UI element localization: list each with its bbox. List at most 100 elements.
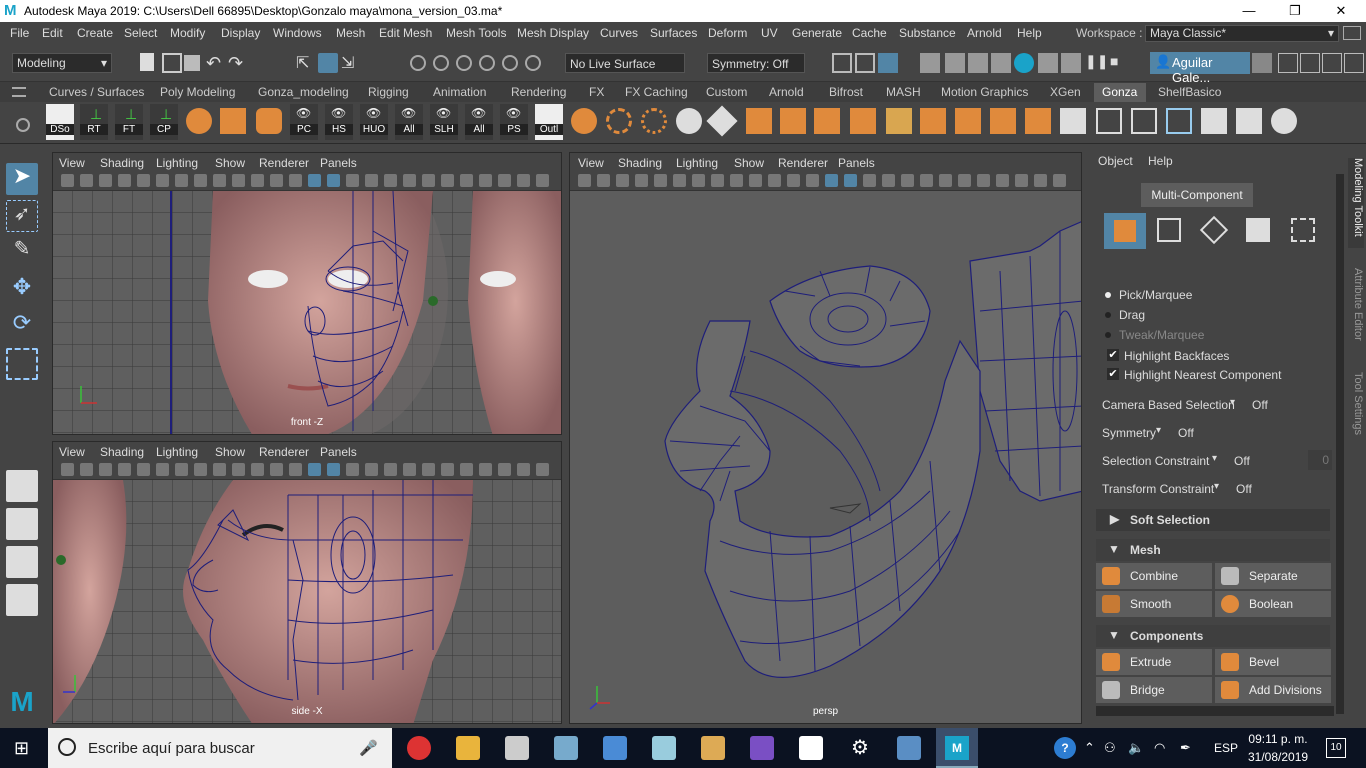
settings-gear-icon[interactable]: ⚙ [848, 736, 872, 760]
viewport-toolbar-icon[interactable] [61, 174, 74, 187]
menu-help[interactable]: Help [1017, 26, 1042, 40]
viewport-toolbar-icon[interactable] [289, 463, 302, 476]
rotate-tool-icon[interactable]: ⟳ [6, 310, 38, 342]
tweak-marquee-radio[interactable] [1105, 332, 1111, 338]
volume-icon[interactable]: 🔈 [1128, 740, 1144, 756]
shelf-tab-custom[interactable]: Custom [706, 85, 747, 99]
quad-grid-icon[interactable] [1060, 108, 1086, 134]
people-icon[interactable]: ⚇ [1104, 740, 1116, 756]
viewport-menu-panels[interactable]: Panels [838, 156, 875, 170]
viewport-toolbar-icon[interactable] [1034, 174, 1047, 187]
viewport-toolbar-icon[interactable] [730, 174, 743, 187]
undo-icon[interactable]: ↶ [206, 53, 226, 73]
mt-menu-help[interactable]: Help [1148, 154, 1173, 168]
render-view-icon[interactable] [878, 53, 898, 73]
construction-history-icon[interactable] [855, 53, 875, 73]
input-ops-icon[interactable] [832, 53, 852, 73]
poly-sphere-icon[interactable] [186, 108, 212, 134]
viewport-toolbar-icon[interactable] [270, 463, 283, 476]
viewport-toolbar-icon[interactable] [498, 174, 511, 187]
open-scene-icon[interactable] [162, 53, 182, 73]
toggle-attribute-editor-icon[interactable] [1322, 53, 1342, 73]
shelf-settings-gear-icon[interactable] [16, 118, 30, 132]
viewport-toolbar-icon[interactable] [422, 174, 435, 187]
viewport-menu-lighting[interactable]: Lighting [156, 156, 198, 170]
paint-app-icon[interactable] [554, 736, 578, 760]
menu-curves[interactable]: Curves [600, 26, 638, 40]
render-sequence-icon[interactable] [945, 53, 965, 73]
viewport-toolbar-icon[interactable] [460, 174, 473, 187]
soft-select-icon[interactable] [641, 108, 667, 134]
viewport-toolbar-icon[interactable] [882, 174, 895, 187]
viewport-toolbar-icon[interactable] [194, 463, 207, 476]
move-tool-icon[interactable]: ✥ [6, 274, 38, 306]
viewport-toolbar-icon[interactable] [479, 174, 492, 187]
layer-icon[interactable] [676, 108, 702, 134]
viewport-menu-renderer[interactable]: Renderer [259, 445, 309, 459]
viewport-toolbar-icon[interactable] [673, 174, 686, 187]
viewport-toolbar-icon[interactable] [175, 174, 188, 187]
bevel-shelf-icon[interactable] [920, 108, 946, 134]
workspace-lock-icon[interactable] [1343, 26, 1361, 40]
viewport-toolbar-icon[interactable] [479, 463, 492, 476]
viewport-toolbar-icon[interactable] [863, 174, 876, 187]
viewport-menu-view[interactable]: View [59, 156, 85, 170]
viewport-toolbar-icon[interactable] [920, 174, 933, 187]
maya-taskbar-button[interactable]: M [936, 728, 978, 768]
shelf-btn-all-2[interactable]: 👁 All [465, 104, 493, 140]
viewport-toolbar-icon[interactable] [749, 174, 762, 187]
toggle-sidebar-icon[interactable] [1278, 53, 1298, 73]
edge-mode-icon[interactable] [1199, 215, 1229, 245]
snap-view-plane-icon[interactable] [479, 55, 495, 71]
shelf-tab-rigging[interactable]: Rigging [368, 85, 409, 99]
viewport-toolbar-icon[interactable] [422, 463, 435, 476]
save-scene-icon[interactable] [184, 55, 200, 71]
paint-select-icon[interactable]: ✎ [6, 236, 38, 268]
viewport-toolbar-icon[interactable] [251, 463, 264, 476]
menu-set-dropdown[interactable]: Modeling ▾ [12, 53, 112, 73]
shelf-tab-curves-surfaces[interactable]: Curves / Surfaces [49, 85, 144, 99]
arnold-ipr-icon[interactable] [1061, 53, 1081, 73]
shelf-tab-poly-modeling[interactable]: Poly Modeling [160, 85, 235, 99]
viewport-toolbar-icon[interactable] [213, 463, 226, 476]
chevron-down-icon[interactable]: ▾ [1214, 481, 1219, 492]
render-settings-icon[interactable] [991, 53, 1011, 73]
snap-grid-icon[interactable] [410, 55, 426, 71]
viewport-toolbar-icon[interactable] [578, 174, 591, 187]
shelf-btn-pc[interactable]: 👁 PC [290, 104, 318, 140]
shelf-tab-fx[interactable]: FX [589, 85, 604, 99]
menu-select[interactable]: Select [124, 26, 157, 40]
uv-layout-icon[interactable] [1096, 108, 1122, 134]
tab-attribute-editor[interactable]: Attribute Editor [1348, 268, 1364, 358]
viewport-toolbar-icon[interactable] [80, 174, 93, 187]
viewport-toolbar-icon[interactable] [118, 174, 131, 187]
viewport-toolbar-icon[interactable] [901, 174, 914, 187]
select-tool-icon[interactable]: ➤ [6, 163, 38, 195]
viewport-toolbar-icon[interactable] [536, 463, 549, 476]
chevron-down-icon[interactable]: ▾ [1212, 453, 1217, 464]
viewport-menu-show[interactable]: Show [734, 156, 764, 170]
vertical-scrollbar[interactable] [1336, 174, 1344, 714]
menu-edit-mesh[interactable]: Edit Mesh [379, 26, 432, 40]
menu-mesh-display[interactable]: Mesh Display [517, 26, 589, 40]
shelf-btn-huo[interactable]: 👁 HUO [360, 104, 388, 140]
layered-planes-icon[interactable] [1201, 108, 1227, 134]
shelf-tab-rendering[interactable]: Rendering [511, 85, 566, 99]
viewport-toolbar-icon[interactable] [270, 174, 283, 187]
viewport-toolbar-icon[interactable] [403, 463, 416, 476]
viewport-toolbar-icon[interactable] [99, 174, 112, 187]
select-hierarchy-icon[interactable]: ⇱ [296, 53, 316, 73]
select-component-icon[interactable]: ⇲ [341, 53, 361, 73]
viewport-menu-panels[interactable]: Panels [320, 156, 357, 170]
disc-icon[interactable] [1271, 108, 1297, 134]
taskbar-search-box[interactable]: Escribe aquí para buscar 🎤 [48, 728, 392, 768]
menu-modify[interactable]: Modify [170, 26, 205, 40]
chevron-down-icon[interactable]: ▾ [1230, 397, 1235, 408]
viewport-toolbar-icon[interactable] [384, 174, 397, 187]
menu-mesh-tools[interactable]: Mesh Tools [446, 26, 506, 40]
snap-point-icon[interactable] [456, 55, 472, 71]
soft-selection-section[interactable]: ▶ Soft Selection [1096, 509, 1330, 531]
drag-radio[interactable] [1105, 312, 1111, 318]
viewport-toolbar-icon[interactable] [616, 174, 629, 187]
mirror-shelf-icon[interactable] [955, 108, 981, 134]
